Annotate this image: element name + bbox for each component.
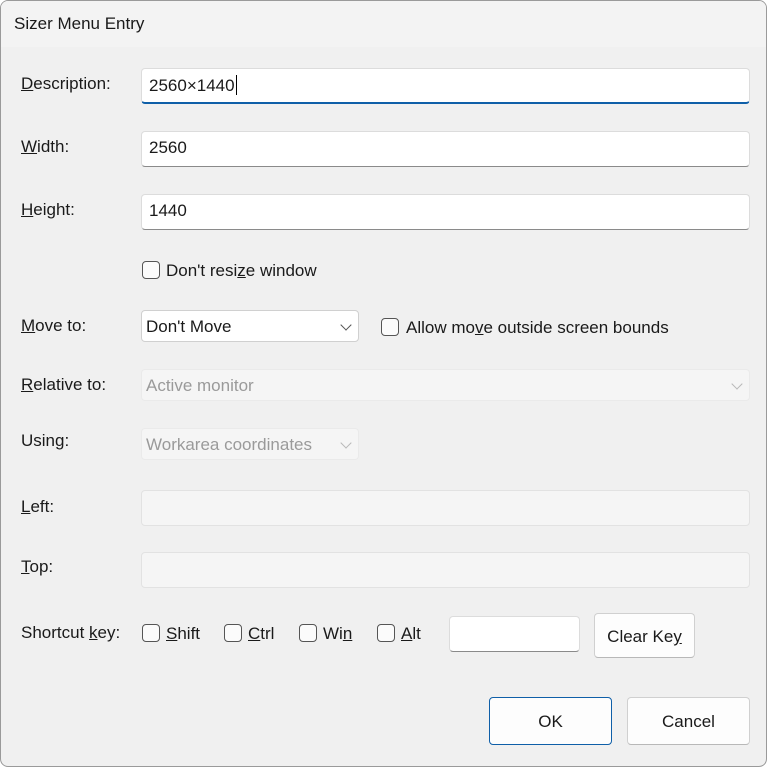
clear-key-button[interactable]: Clear Key: [594, 613, 695, 658]
shortcut-key-label: Shortcut key:: [21, 623, 121, 642]
relative-to-label: Relative to:: [21, 375, 107, 394]
allow-outside-label[interactable]: Allow move outside screen bounds: [406, 318, 669, 338]
top-input[interactable]: [141, 552, 750, 588]
move-to-dropdown[interactable]: Don't Move: [141, 310, 359, 342]
shift-label[interactable]: Shift: [166, 624, 200, 644]
chevron-down-icon: [340, 437, 352, 449]
chevron-down-icon: [340, 319, 352, 331]
title-bar: Sizer Menu Entry: [1, 1, 766, 47]
allow-outside-checkbox[interactable]: [381, 318, 399, 336]
description-value: 2560×1440: [149, 76, 235, 95]
shift-checkbox[interactable]: [142, 624, 160, 642]
using-dropdown[interactable]: Workarea coordinates: [141, 428, 359, 460]
chevron-down-icon: [731, 378, 743, 390]
left-label: Left:: [21, 497, 55, 516]
cancel-button[interactable]: Cancel: [627, 697, 750, 745]
alt-checkbox[interactable]: [377, 624, 395, 642]
width-label: Width:: [21, 137, 70, 156]
move-to-label: Move to:: [21, 316, 87, 335]
win-checkbox[interactable]: [299, 624, 317, 642]
description-input[interactable]: 2560×1440: [141, 68, 750, 104]
dont-resize-label[interactable]: Don't resize window: [166, 261, 317, 281]
relative-to-dropdown[interactable]: Active monitor: [141, 369, 750, 401]
dialog-window: Sizer Menu Entry Description: 2560×1440 …: [0, 0, 767, 767]
using-label: Using:: [21, 431, 70, 450]
move-to-value: Don't Move: [146, 317, 232, 336]
height-label: Height:: [21, 200, 75, 219]
relative-to-value: Active monitor: [146, 376, 254, 395]
description-label: Description:: [21, 74, 111, 93]
alt-label[interactable]: Alt: [401, 624, 421, 644]
window-title: Sizer Menu Entry: [14, 14, 145, 33]
height-input[interactable]: 1440: [141, 194, 750, 230]
win-label[interactable]: Win: [323, 624, 352, 644]
dont-resize-checkbox[interactable]: [142, 261, 160, 279]
shortcut-key-input[interactable]: [449, 616, 580, 652]
top-label: Top:: [21, 557, 54, 576]
ctrl-checkbox[interactable]: [224, 624, 242, 642]
left-input[interactable]: [141, 490, 750, 526]
ctrl-label[interactable]: Ctrl: [248, 624, 274, 644]
using-value: Workarea coordinates: [146, 435, 312, 454]
text-caret: [235, 75, 237, 95]
ok-button[interactable]: OK: [489, 697, 612, 745]
width-input[interactable]: 2560: [141, 131, 750, 167]
